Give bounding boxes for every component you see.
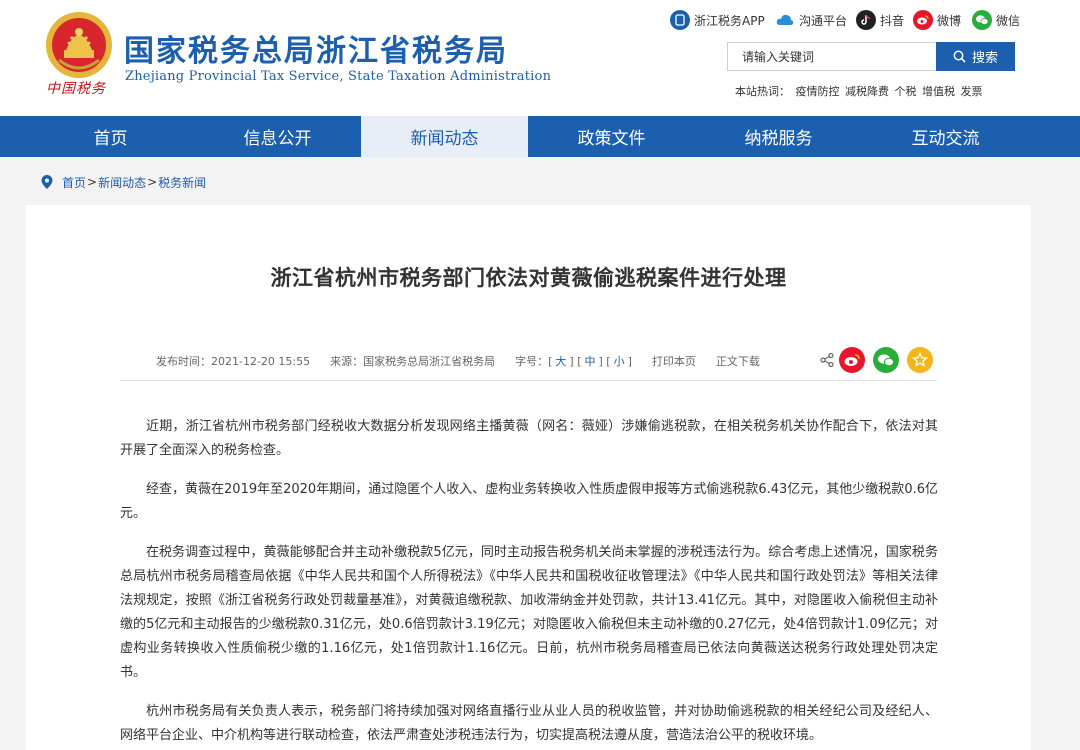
article-card: 浙江省杭州市税务部门依法对黄薇偷逃税案件进行处理 发布时间：2021-12-20… [26, 205, 1031, 750]
breadcrumb: 首页 > 新闻动态 > 税务新闻 [40, 173, 206, 191]
wechat-icon [972, 10, 992, 30]
search-icon [953, 50, 966, 63]
location-pin-icon [41, 175, 53, 189]
hot-keyword-link[interactable]: 发票 [961, 85, 983, 98]
breadcrumb-separator: > [87, 175, 98, 189]
social-label: 微信 [996, 13, 1021, 28]
cloud-icon [775, 10, 795, 30]
site-title[interactable]: 国家税务总局浙江省税务局 [124, 26, 508, 70]
article-paragraph: 在税务调查过程中，黄薇能够配合并主动补缴税款5亿元，同时主动报告税务机关尚未掌握… [120, 545, 938, 680]
social-link-platform[interactable]: 沟通平台 [775, 9, 847, 31]
social-link-weibo[interactable]: 微博 [913, 9, 961, 31]
nav-item-interaction[interactable]: 互动交流 [862, 116, 1029, 157]
font-size-label: 字号： [515, 355, 549, 368]
app-icon [670, 10, 690, 30]
nav-item-tax-service[interactable]: 纳税服务 [695, 116, 862, 157]
social-label: 浙江税务APP [694, 13, 765, 28]
breadcrumb-news[interactable]: 新闻动态 [98, 174, 146, 191]
social-link-douyin[interactable]: 抖音 [856, 9, 904, 31]
site-subtitle: Zhejiang Provincial Tax Service, State T… [125, 69, 552, 84]
article-paragraph: 经查，黄薇在2019年至2020年期间，通过隐匿个人收入、虚构业务转换收入性质虚… [120, 482, 938, 521]
weibo-share-icon[interactable] [839, 347, 865, 373]
social-link-wechat[interactable]: 微信 [972, 9, 1020, 31]
font-size-medium[interactable]: 中 [585, 353, 596, 369]
social-label: 沟通平台 [799, 13, 848, 28]
main-nav: 首页 信息公开 新闻动态 政策文件 纳税服务 互动交流 [0, 116, 1080, 157]
article-title: 浙江省杭州市税务部门依法对黄薇偷逃税案件进行处理 [270, 266, 787, 290]
publish-time: 发布时间：2021-12-20 15:55 [156, 355, 311, 368]
article-meta: 发布时间：2021-12-20 15:55 来源：国家税务总局浙江省税务局 字号… [156, 353, 760, 369]
social-link-app[interactable]: 浙江税务APP [670, 9, 765, 31]
hot-keywords-label: 本站热词： [735, 85, 790, 98]
breadcrumb-tax-news[interactable]: 税务新闻 [158, 174, 206, 191]
social-label: 抖音 [880, 13, 905, 28]
favorite-star-icon[interactable] [907, 347, 933, 373]
print-link[interactable]: 打印本页 [652, 353, 696, 369]
nav-item-home[interactable]: 首页 [27, 116, 194, 157]
font-size-large[interactable]: 大 [555, 353, 566, 369]
meta-divider [120, 380, 937, 381]
emblem-caption: 中国税务 [46, 81, 106, 97]
hot-keyword-link[interactable]: 疫情防控 [796, 85, 840, 98]
national-emblem-logo[interactable] [44, 10, 114, 80]
breadcrumb-separator: > [147, 175, 158, 189]
site-header: 中国税务 国家税务总局浙江省税务局 Zhejiang Provincial Ta… [0, 0, 1080, 116]
article-paragraph: 近期，浙江省杭州市税务部门经税收大数据分析发现网络主播黄薇（网名：薇娅）涉嫌偷逃… [120, 419, 938, 458]
douyin-icon [856, 10, 876, 30]
search-button[interactable]: 搜索 [936, 42, 1015, 71]
breadcrumb-home[interactable]: 首页 [62, 174, 86, 191]
article-body: 近期，浙江省杭州市税务部门经税收大数据分析发现网络主播黄薇（网名：薇娅）涉嫌偷逃… [120, 415, 938, 750]
weibo-icon [913, 10, 933, 30]
search-button-label: 搜索 [971, 51, 998, 66]
hot-keyword-link[interactable]: 增值税 [922, 85, 955, 98]
hot-keyword-link[interactable]: 减税降费 [845, 85, 889, 98]
search-input[interactable] [727, 42, 936, 71]
font-size-small[interactable]: 小 [614, 353, 625, 369]
nav-item-news[interactable]: 新闻动态 [361, 116, 528, 157]
nav-item-policy[interactable]: 政策文件 [528, 116, 695, 157]
hot-keyword-link[interactable]: 个税 [895, 85, 917, 98]
share-icon[interactable] [814, 347, 840, 373]
download-link[interactable]: 正文下载 [716, 353, 760, 369]
article-paragraph: 杭州市税务局有关负责人表示，税务部门将持续加强对网络直播行业从业人员的税收监管，… [120, 704, 938, 743]
social-label: 微博 [937, 13, 962, 28]
nav-item-info-disclosure[interactable]: 信息公开 [194, 116, 361, 157]
hot-keywords: 本站热词： 疫情防控 减税降费 个税 增值税 发票 [733, 83, 983, 99]
article-source: 来源：国家税务总局浙江省税务局 [330, 355, 496, 368]
wechat-share-icon[interactable] [873, 347, 899, 373]
